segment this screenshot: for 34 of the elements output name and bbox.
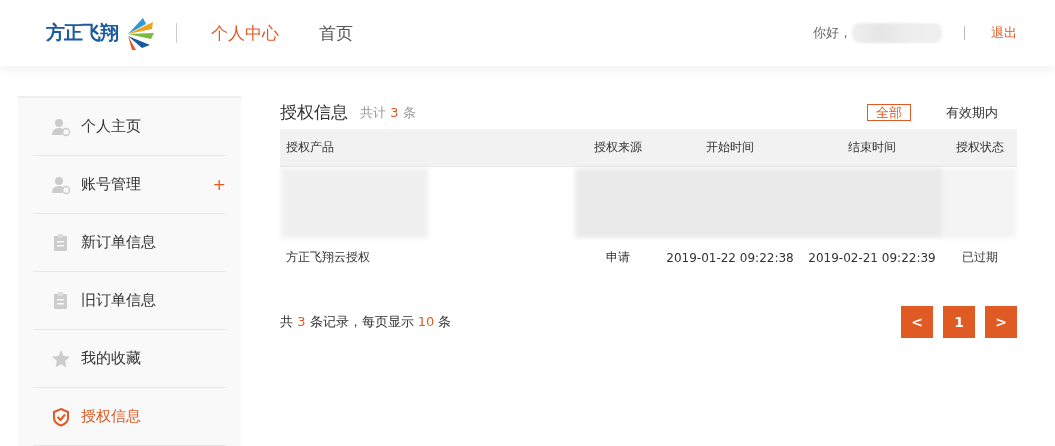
table-cell: 2019-02-21 09:22:39 [808, 250, 936, 265]
filter-tab[interactable]: 有效期内 [937, 104, 1007, 121]
next-page-button[interactable]: > [985, 306, 1017, 338]
column-header: 授权产品 [280, 129, 577, 167]
table-cell: 申请 [606, 250, 630, 264]
sidebar-item[interactable]: 授权信息 [33, 388, 226, 446]
table-cell: 方正飞翔云授权 [286, 250, 370, 264]
user-gear-icon [51, 116, 71, 137]
column-header: 授权来源 [577, 129, 659, 167]
section-title: 授权信息 [280, 101, 348, 124]
record-count: 共计 3 条 [360, 103, 416, 122]
column-header: 授权状态 [943, 129, 1017, 167]
nav-tab[interactable]: 首页 [319, 21, 353, 45]
page-button[interactable]: 1 [943, 306, 975, 338]
logout-link[interactable]: 退出 [991, 24, 1017, 42]
expand-icon[interactable]: + [212, 175, 226, 194]
column-header: 结束时间 [801, 129, 943, 167]
sidebar-item[interactable]: 个人主页 [33, 98, 226, 156]
previous-page-button[interactable]: < [901, 306, 933, 338]
filter-tab[interactable]: 全部 [867, 104, 911, 121]
pagination-info: 共 3 条记录，每页显示 10 条 [280, 313, 452, 331]
user-gear-icon [51, 174, 71, 195]
sidebar-item[interactable]: 我的收藏 [33, 330, 226, 388]
greeting: 你好， [813, 24, 852, 42]
column-header: 开始时间 [659, 129, 801, 167]
sidebar-item[interactable]: 账号管理 + [33, 156, 226, 214]
shield-check-icon [51, 406, 71, 427]
star-icon [51, 348, 71, 369]
nav-tab[interactable]: 个人中心 [211, 21, 279, 45]
sidebar-item[interactable]: 旧订单信息 [33, 272, 226, 330]
logo-text: 方正飞翔 [46, 20, 118, 45]
table-cell: 已过期 [962, 250, 998, 264]
table-cell: 2019-01-22 09:22:38 [666, 250, 794, 265]
sidebar-item[interactable]: 新订单信息 [33, 214, 226, 272]
